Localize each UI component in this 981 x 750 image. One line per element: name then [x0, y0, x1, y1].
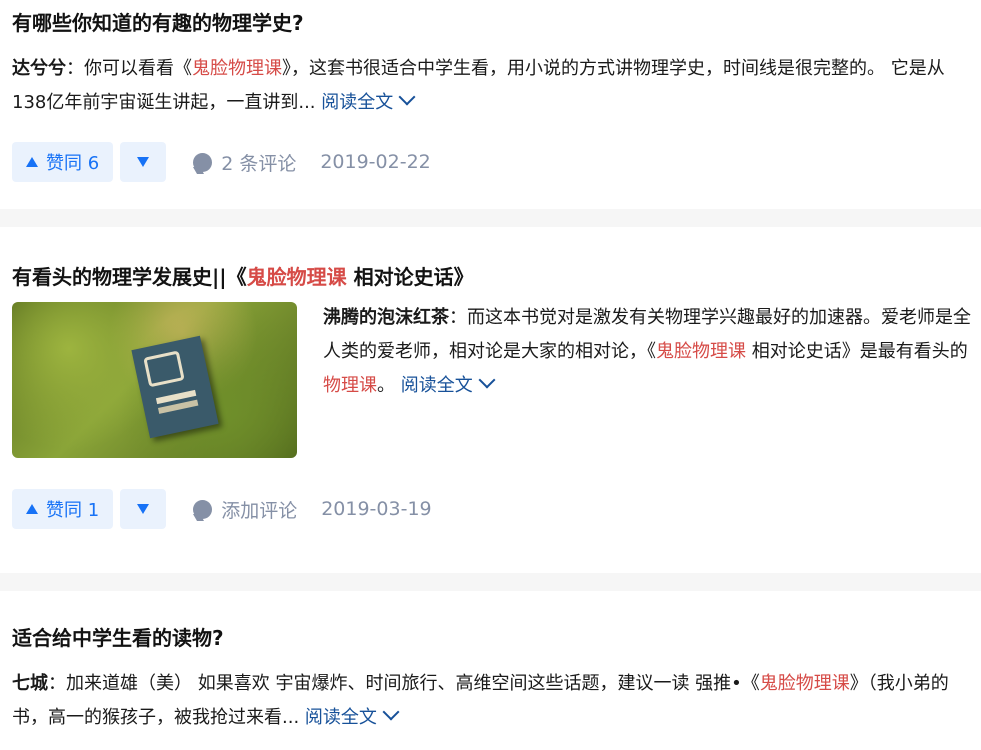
- excerpt-text: 你可以看看《: [84, 58, 192, 79]
- article-title[interactable]: 有看头的物理学发展史||《鬼脸物理课 相对论史话》: [12, 227, 981, 291]
- read-more-label: 阅读全文: [321, 92, 394, 113]
- comment-count: 2 条评论: [221, 152, 297, 175]
- read-more-link[interactable]: 阅读全文: [304, 703, 400, 728]
- read-more-label: 阅读全文: [400, 375, 473, 396]
- article-excerpt[interactable]: 沸腾的泡沫红茶：而这本书觉对是激发有关物理学兴趣最好的加速器。爱老师是全人类的爱…: [323, 301, 981, 458]
- upvote-label: 赞同 1: [46, 500, 100, 521]
- answer-excerpt[interactable]: 达兮兮：你可以看看《鬼脸物理课》，这套书很适合中学生看，用小说的方式讲物理学史，…: [12, 52, 981, 120]
- title-text: 有看头的物理学发展史||《: [12, 265, 247, 289]
- article-thumbnail[interactable]: [12, 302, 297, 458]
- book-cover-image: [131, 335, 219, 439]
- downvote-button[interactable]: [120, 142, 167, 182]
- keyword-highlight: 物理课: [323, 375, 377, 396]
- answer-card-2: 有看头的物理学发展史||《鬼脸物理课 相对论史话》 沸腾的泡沫红茶：而这本书觉对…: [0, 227, 981, 573]
- question-title[interactable]: 适合给中学生看的读物?: [12, 591, 981, 652]
- answer-excerpt[interactable]: 七城：加来道雄（美） 如果喜欢 宇宙爆炸、时间旅行、高维空间这些话题，建议一读 …: [12, 667, 981, 735]
- author-name[interactable]: 七城: [12, 673, 48, 694]
- comment-bubble-icon: [193, 152, 213, 172]
- triangle-up-icon: [26, 157, 38, 167]
- action-bar: 赞同 6 2 条评论 2019-02-22: [12, 142, 431, 182]
- answer-card-3: 适合给中学生看的读物? 七城：加来道雄（美） 如果喜欢 宇宙爆炸、时间旅行、高维…: [0, 591, 981, 750]
- upvote-button[interactable]: 赞同 6: [12, 142, 114, 182]
- excerpt-text: 相对论史话》是最有看头的: [746, 341, 968, 362]
- read-more-link[interactable]: 阅读全文: [321, 88, 416, 113]
- upvote-button[interactable]: 赞同 1: [12, 489, 114, 529]
- author-separator: ：: [449, 307, 467, 328]
- downvote-button[interactable]: [120, 489, 167, 529]
- read-more-label: 阅读全文: [304, 707, 377, 728]
- action-bar: 赞同 1 添加评论 2019-03-19: [12, 489, 432, 529]
- triangle-up-icon: [26, 504, 38, 514]
- card-divider: [0, 573, 981, 591]
- author-name[interactable]: 达兮兮: [12, 58, 66, 79]
- excerpt-text: 。: [377, 375, 401, 396]
- keyword-highlight: 鬼脸物理课: [192, 58, 282, 79]
- keyword-highlight: 鬼脸物理课: [656, 341, 746, 362]
- article-body: 沸腾的泡沫红茶：而这本书觉对是激发有关物理学兴趣最好的加速器。爱老师是全人类的爱…: [12, 302, 981, 458]
- comment-button[interactable]: 2 条评论: [193, 149, 296, 176]
- add-comment-button[interactable]: 添加评论: [193, 496, 297, 523]
- answer-date: 2019-02-22: [320, 151, 431, 173]
- author-separator: ：: [66, 58, 84, 79]
- triangle-down-icon: [137, 504, 150, 514]
- question-title[interactable]: 有哪些你知道的有趣的物理学史?: [12, 0, 981, 37]
- triangle-down-icon: [137, 157, 150, 167]
- comment-label: 添加评论: [221, 499, 298, 522]
- card-divider: [0, 209, 981, 227]
- author-separator: ：: [48, 673, 66, 694]
- chevron-down-icon: [382, 703, 400, 721]
- title-text: 相对论史话》: [346, 265, 474, 289]
- chevron-down-icon: [478, 371, 496, 389]
- upvote-label: 赞同 6: [46, 153, 100, 174]
- excerpt-text: 加来道雄（美） 如果喜欢 宇宙爆炸、时间旅行、高维空间这些话题，建议一读 强推•…: [66, 673, 760, 694]
- comment-bubble-icon: [193, 499, 213, 519]
- chevron-down-icon: [398, 88, 416, 106]
- title-highlight: 鬼脸物理课: [246, 265, 347, 289]
- answer-card-1: 有哪些你知道的有趣的物理学史? 达兮兮：你可以看看《鬼脸物理课》，这套书很适合中…: [0, 0, 981, 209]
- read-more-link[interactable]: 阅读全文: [400, 371, 496, 396]
- author-name[interactable]: 沸腾的泡沫红茶: [323, 307, 449, 328]
- keyword-highlight: 鬼脸物理课: [759, 673, 850, 694]
- article-date: 2019-03-19: [321, 498, 432, 520]
